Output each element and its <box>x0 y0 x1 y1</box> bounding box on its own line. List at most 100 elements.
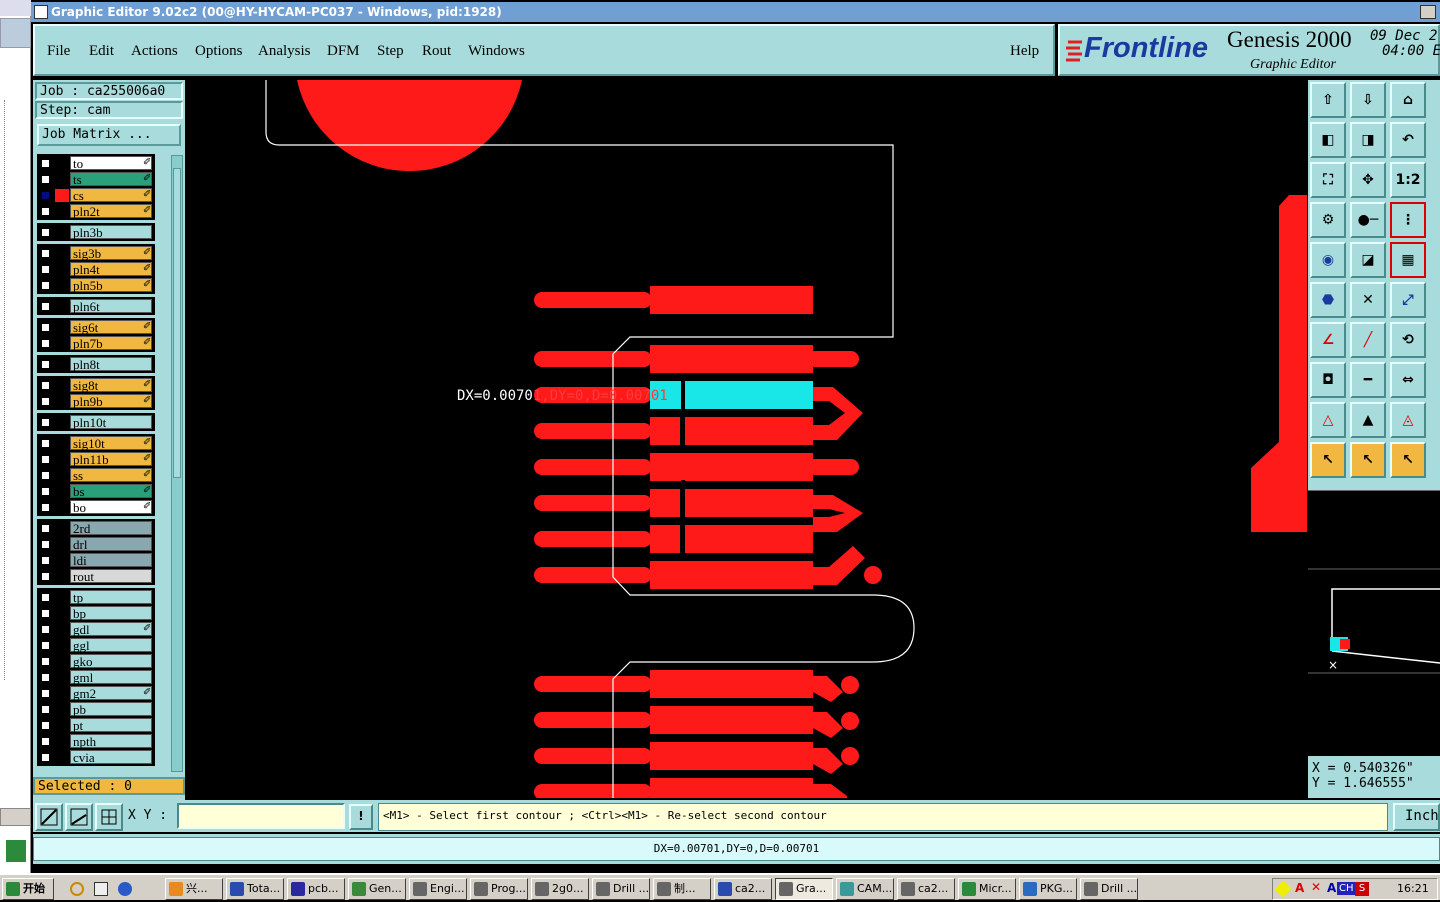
layer-name[interactable]: drl <box>70 537 152 552</box>
layer-name[interactable]: pln6t <box>70 299 152 314</box>
select-icon[interactable]: ◉ <box>1310 242 1346 278</box>
layer-row[interactable]: pln7b ✐ <box>37 336 153 351</box>
menu-help[interactable]: Help <box>1010 43 1039 60</box>
net-icon[interactable]: ⬣ <box>1310 282 1346 318</box>
alert-icon[interactable]: ! <box>349 804 373 830</box>
taskbar-button[interactable]: 制... <box>653 878 711 900</box>
home-down-icon[interactable]: ⇩ <box>1350 82 1386 118</box>
layer-checkbox[interactable] <box>40 523 51 534</box>
layer-checkbox[interactable] <box>40 688 51 699</box>
layer-name[interactable]: gdl <box>70 622 152 637</box>
taskbar-button[interactable]: Drill ... <box>1080 878 1138 900</box>
taskbar-button[interactable]: Gen... <box>348 878 406 900</box>
layer-name[interactable]: cs <box>70 188 152 203</box>
layer-checkbox[interactable] <box>40 592 51 603</box>
layer-row[interactable]: pln4t ✐ <box>37 262 153 277</box>
layer-checkbox[interactable] <box>40 206 51 217</box>
layer-name[interactable]: pln10t <box>70 415 152 430</box>
tray-a-icon[interactable]: A <box>1295 881 1304 895</box>
taskbar-button[interactable]: Gra... <box>775 878 833 900</box>
layer-name[interactable]: gko <box>70 654 152 669</box>
line-red-icon[interactable]: ╱ <box>1350 322 1386 358</box>
taskbar-button[interactable]: ca2... <box>897 878 955 900</box>
layer-row[interactable]: ts ✐ <box>37 172 153 187</box>
menu-edit[interactable]: Edit <box>89 43 114 60</box>
layer-name[interactable]: pln3b <box>70 225 152 240</box>
layer-row[interactable]: pb <box>37 702 153 717</box>
input-language[interactable]: CH <box>1337 882 1356 895</box>
layer-name[interactable]: sig8t <box>70 378 152 393</box>
layer-checkbox[interactable] <box>40 417 51 428</box>
menu-windows[interactable]: Windows <box>468 43 525 60</box>
layer-name[interactable]: tp <box>70 590 152 605</box>
layer-checkbox[interactable] <box>40 227 51 238</box>
layer-checkbox[interactable] <box>40 280 51 291</box>
layer-row[interactable]: pln6t <box>37 299 153 314</box>
layer-checkbox[interactable] <box>40 248 51 259</box>
layer-name[interactable]: to <box>70 156 152 171</box>
menu-options[interactable]: Options <box>195 43 243 60</box>
taskbar-button[interactable]: Micr... <box>958 878 1016 900</box>
grid-icon[interactable] <box>95 803 123 831</box>
taskbar-button[interactable]: Prog... <box>470 878 528 900</box>
layer-row[interactable]: tp <box>37 590 153 605</box>
layer-row[interactable]: gml <box>37 670 153 685</box>
layer-checkbox[interactable] <box>40 752 51 763</box>
minimize-button[interactable] <box>1420 5 1436 19</box>
layer-name[interactable]: sig10t <box>70 436 152 451</box>
tray-s-icon[interactable]: S <box>1355 882 1369 896</box>
layer-row[interactable]: sig3b ✐ <box>37 246 153 261</box>
layer-row[interactable]: pln3b <box>37 225 153 240</box>
layer-name[interactable]: bs <box>70 484 152 499</box>
layer-row[interactable]: sig8t ✐ <box>37 378 153 393</box>
layer-row[interactable]: sig6t ✐ <box>37 320 153 335</box>
menu-analysis[interactable]: Analysis <box>258 43 311 60</box>
layer-name[interactable]: pln8t <box>70 357 152 372</box>
layer-checkbox[interactable] <box>40 539 51 550</box>
taskbar-button[interactable]: 2g0... <box>531 878 589 900</box>
overview-map[interactable]: × <box>1308 490 1440 752</box>
layer-checkbox[interactable] <box>40 174 51 185</box>
layer-checkbox[interactable] <box>40 190 51 201</box>
layer-name[interactable]: gml <box>70 670 152 685</box>
units-button[interactable]: Inch <box>1393 803 1440 831</box>
layer-name[interactable]: ggl <box>70 638 152 653</box>
xy-input[interactable] <box>177 803 345 829</box>
layer-row[interactable]: to ✐ <box>37 156 153 171</box>
layer-row[interactable]: gko <box>37 654 153 669</box>
layer-checkbox[interactable] <box>40 454 51 465</box>
next-icon[interactable]: ◨ <box>1350 122 1386 158</box>
layer-row[interactable]: pt <box>37 718 153 733</box>
tray-a2-icon[interactable]: A <box>1327 881 1336 895</box>
ruler-icon[interactable]: ▦ <box>1390 242 1426 278</box>
snap-icon[interactable]: ⤢ <box>1390 282 1426 318</box>
delete-icon[interactable]: ✕ <box>1350 282 1386 318</box>
ratio-icon[interactable]: 1:2 <box>1390 162 1426 198</box>
layer-list-scrollbar[interactable] <box>171 155 183 772</box>
layer-name[interactable]: pln2t <box>70 204 152 219</box>
layer-row[interactable]: rout <box>37 569 153 584</box>
bar-icon[interactable]: ━ <box>1350 362 1386 398</box>
layer-checkbox[interactable] <box>40 380 51 391</box>
layer-name[interactable]: pln9b <box>70 394 152 409</box>
layer-row[interactable]: gdl ✐ <box>37 622 153 637</box>
layer-checkbox[interactable] <box>40 640 51 651</box>
layer-name[interactable]: pln5b <box>70 278 152 293</box>
taskbar-button[interactable]: pcb... <box>287 878 345 900</box>
layer-row[interactable]: bs ✐ <box>37 484 153 499</box>
zoom-fit-icon[interactable]: ⛶ <box>1310 162 1346 198</box>
undo-icon[interactable]: ↶ <box>1390 122 1426 158</box>
layer-checkbox[interactable] <box>40 571 51 582</box>
layer-row[interactable]: drl <box>37 537 153 552</box>
layer-row[interactable]: cs ✐ <box>37 188 153 203</box>
layer-checkbox[interactable] <box>40 338 51 349</box>
layer-row[interactable]: ss ✐ <box>37 468 153 483</box>
layer-checkbox[interactable] <box>40 359 51 370</box>
pointer-icon[interactable]: ↖ <box>1310 442 1346 478</box>
layer-checkbox[interactable] <box>40 470 51 481</box>
layer-checkbox[interactable] <box>40 704 51 715</box>
layer-row[interactable]: bo ✐ <box>37 500 153 515</box>
tray-app-icon[interactable] <box>1274 880 1292 898</box>
layer-row[interactable]: pln2t ✐ <box>37 204 153 219</box>
layer-checkbox[interactable] <box>40 736 51 747</box>
